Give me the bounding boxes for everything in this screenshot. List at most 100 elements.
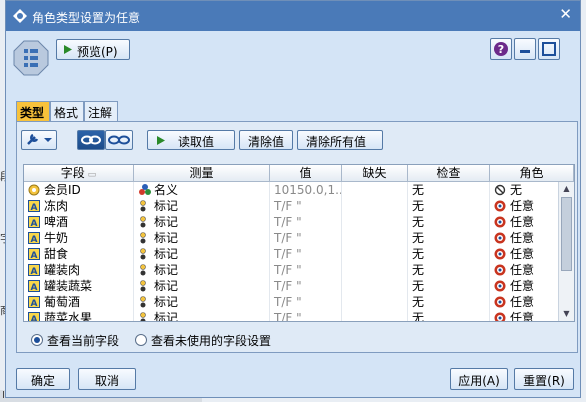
table-row[interactable]: 会员ID 名义 10150.0,1... 无 无 xyxy=(24,182,574,198)
cancel-button[interactable]: 取消 xyxy=(78,368,136,390)
check-cell[interactable]: 无 xyxy=(408,278,490,294)
missing-cell[interactable] xyxy=(342,182,408,198)
measure-cell[interactable]: 标记 xyxy=(134,214,270,230)
field-name-cell: A 葡萄酒 xyxy=(24,294,134,310)
column-header-missing[interactable]: 缺失 xyxy=(342,165,408,182)
missing-cell[interactable] xyxy=(342,278,408,294)
check-cell[interactable]: 无 xyxy=(408,262,490,278)
minimize-button[interactable] xyxy=(514,38,536,60)
measure-cell[interactable]: 标记 xyxy=(134,246,270,262)
missing-cell[interactable] xyxy=(342,198,408,214)
measure-cell-text: 名义 xyxy=(154,183,179,197)
values-cell[interactable]: T/F " xyxy=(270,246,342,262)
values-cell[interactable]: T/F " xyxy=(270,294,342,310)
preview-button[interactable]: 预览(P) xyxy=(56,39,130,60)
missing-cell[interactable] xyxy=(342,294,408,310)
values-cell[interactable]: T/F " xyxy=(270,214,342,230)
measure-cell[interactable]: 名义 xyxy=(134,182,270,198)
table-row[interactable]: A 冻肉 标记 T/F " 无 任意 xyxy=(24,198,574,214)
tab-annotation[interactable]: 注解 xyxy=(84,101,118,121)
values-cell[interactable]: T/F " xyxy=(270,278,342,294)
missing-cell[interactable] xyxy=(342,214,408,230)
scroll-thumb[interactable] xyxy=(561,197,572,271)
field-name-cell-text: 葡萄酒 xyxy=(44,295,81,309)
radio-selected-icon xyxy=(31,334,43,346)
id-field-icon xyxy=(28,184,40,196)
scroll-down-icon[interactable]: ▼ xyxy=(560,308,573,320)
vertical-scrollbar[interactable]: ▲ ▼ xyxy=(558,182,574,321)
tab-type[interactable]: 类型 xyxy=(16,101,50,121)
any-role-icon xyxy=(494,216,506,228)
measure-cell[interactable]: 标记 xyxy=(134,198,270,214)
clear-values-button[interactable]: 清除值 xyxy=(239,130,293,150)
missing-cell[interactable] xyxy=(342,262,408,278)
measure-cell[interactable]: 标记 xyxy=(134,230,270,246)
maximize-icon xyxy=(542,42,556,56)
measure-cell-text: 标记 xyxy=(154,215,179,229)
table-row[interactable]: A 葡萄酒 标记 T/F " 无 任意 xyxy=(24,294,574,310)
table-row[interactable]: A 蔬菜水果 标记 T/F " 无 任意 xyxy=(24,310,574,322)
values-cell[interactable]: T/F " xyxy=(270,198,342,214)
values-cell-text: T/F " xyxy=(274,263,302,277)
read-values-button[interactable]: 读取值 xyxy=(147,130,235,150)
svg-text:A: A xyxy=(31,235,38,244)
tab-format[interactable]: 格式 xyxy=(50,101,84,121)
column-header-field[interactable]: 字段 ▭ xyxy=(24,165,134,182)
role-cell-text: 任意 xyxy=(510,311,535,322)
column-header-measure[interactable]: 测量 xyxy=(134,165,270,182)
values-cell[interactable]: T/F " xyxy=(270,262,342,278)
measure-cell[interactable]: 标记 xyxy=(134,310,270,321)
view-unused-settings-radio[interactable]: 查看未使用的字段设置 xyxy=(135,332,271,349)
values-cell[interactable]: 10150.0,1... xyxy=(270,182,342,198)
reset-button[interactable]: 重置(R) xyxy=(514,368,574,390)
check-cell[interactable]: 无 xyxy=(408,230,490,246)
check-cell-text: 无 xyxy=(412,199,425,213)
measure-cell-text: 标记 xyxy=(154,231,179,245)
measure-cell[interactable]: 标记 xyxy=(134,278,270,294)
link-fields-button[interactable] xyxy=(77,130,105,150)
clear-all-values-button[interactable]: 清除所有值 xyxy=(297,130,383,150)
column-header-check[interactable]: 检查 xyxy=(408,165,490,182)
type-node-dialog: 角色类型设置为任意 ✕ 预览(P) ? 类型 格式 注解 读取值 清除值 清除所… xyxy=(5,0,581,398)
check-cell[interactable]: 无 xyxy=(408,214,490,230)
column-header-values[interactable]: 值 xyxy=(270,165,342,182)
missing-cell[interactable] xyxy=(342,230,408,246)
node-title-icon xyxy=(13,9,27,23)
scroll-up-icon[interactable]: ▲ xyxy=(560,183,573,195)
table-row[interactable]: A 罐装蔬菜 标记 T/F " 无 任意 xyxy=(24,278,574,294)
help-button[interactable]: ? xyxy=(490,38,512,60)
check-cell[interactable]: 无 xyxy=(408,182,490,198)
view-current-fields-radio[interactable]: 查看当前字段 xyxy=(31,332,119,349)
values-cell-text: T/F " xyxy=(274,279,302,293)
check-cell[interactable]: 无 xyxy=(408,246,490,262)
field-name-cell: 会员ID xyxy=(24,182,134,198)
field-name-cell-text: 冻肉 xyxy=(44,199,69,213)
table-row[interactable]: A 甜食 标记 T/F " 无 任意 xyxy=(24,246,574,262)
check-cell[interactable]: 无 xyxy=(408,310,490,322)
table-row[interactable]: A 牛奶 标记 T/F " 无 任意 xyxy=(24,230,574,246)
close-icon[interactable]: ✕ xyxy=(559,5,572,23)
values-cell[interactable]: T/F " xyxy=(270,310,342,321)
role-cell-text: 任意 xyxy=(510,215,535,229)
field-name-cell-text: 蔬菜水果 xyxy=(44,311,93,322)
table-row[interactable]: A 罐装肉 标记 T/F " 无 任意 xyxy=(24,262,574,278)
missing-cell[interactable] xyxy=(342,246,408,262)
title-bar: 角色类型设置为任意 ✕ xyxy=(6,1,580,31)
role-cell-text: 任意 xyxy=(510,263,535,277)
table-row[interactable]: A 啤酒 标记 T/F " 无 任意 xyxy=(24,214,574,230)
apply-button[interactable]: 应用(A) xyxy=(450,368,508,390)
check-cell-text: 无 xyxy=(412,311,425,322)
column-header-role[interactable]: 角色 xyxy=(490,165,574,182)
maximize-button[interactable] xyxy=(538,38,560,60)
check-cell[interactable]: 无 xyxy=(408,198,490,214)
measure-cell[interactable]: 标记 xyxy=(134,262,270,278)
values-cell[interactable]: T/F " xyxy=(270,230,342,246)
unlink-fields-button[interactable] xyxy=(105,130,133,150)
ok-button[interactable]: 确定 xyxy=(16,368,70,390)
measure-cell-text: 标记 xyxy=(154,263,179,277)
tools-menu-button[interactable] xyxy=(21,130,57,150)
measure-cell[interactable]: 标记 xyxy=(134,294,270,310)
svg-text:A: A xyxy=(31,219,38,228)
missing-cell[interactable] xyxy=(342,310,408,321)
check-cell[interactable]: 无 xyxy=(408,294,490,310)
